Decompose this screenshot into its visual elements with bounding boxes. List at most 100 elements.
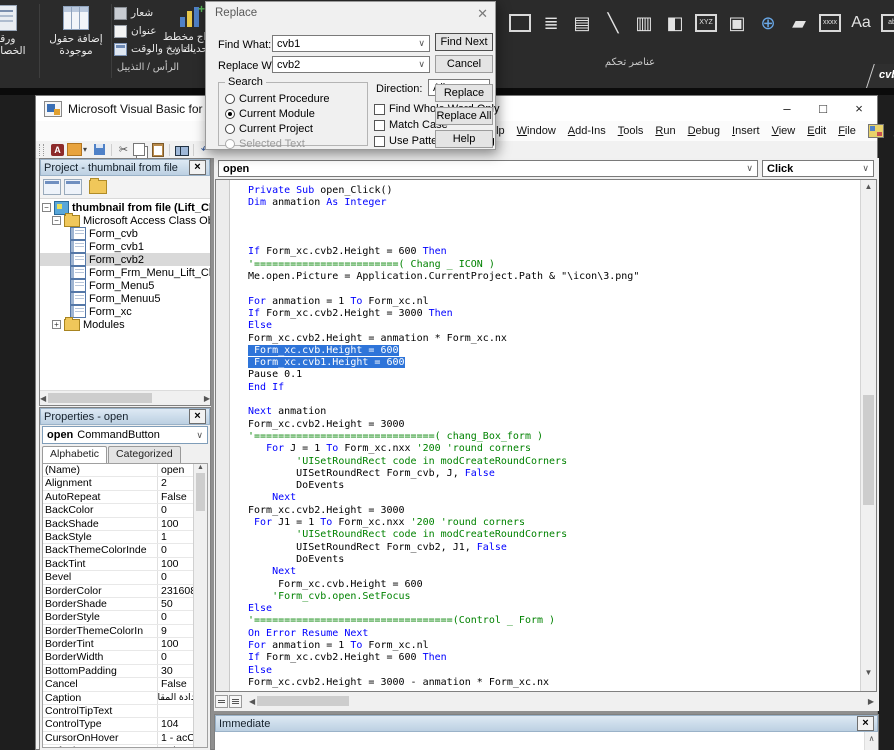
code-line[interactable]: If Form_xc.cvb2.Height = 600 Then <box>248 246 639 258</box>
toggle-button-icon[interactable]: ▤ <box>571 10 593 36</box>
insert-object-caret-icon[interactable]: ▾ <box>83 145 91 154</box>
property-row[interactable]: BorderColor 2316088 <box>43 584 207 598</box>
property-row[interactable]: ControlTipText <box>43 705 207 719</box>
code-line[interactable] <box>248 210 639 222</box>
code-vscroll-thumb[interactable] <box>863 394 874 505</box>
radio-icon[interactable] <box>225 124 235 134</box>
code-line[interactable]: For J1 = 1 To Form_xc.nxx '200 'round co… <box>248 517 639 529</box>
dialog-close-icon[interactable]: ✕ <box>477 6 488 22</box>
insert-object-icon[interactable] <box>66 142 83 157</box>
tree-item-form_cvb1[interactable]: Form_cvb1 <box>40 240 210 253</box>
scroll-left-icon[interactable]: ◀ <box>249 697 255 706</box>
property-row[interactable]: BorderWidth 0 <box>43 651 207 665</box>
checkbox-icon[interactable] <box>374 135 385 147</box>
minimize-button[interactable]: – <box>769 96 805 121</box>
code-line[interactable]: Dim anmation As Integer <box>248 197 639 209</box>
cancel-button[interactable]: Cancel <box>435 55 493 73</box>
project-hscroll-thumb[interactable] <box>48 393 153 403</box>
replace-button[interactable]: Replace <box>435 84 493 102</box>
scroll-left-icon[interactable]: ◀ <box>40 394 46 403</box>
save-icon[interactable] <box>91 142 108 157</box>
project-panel-titlebar[interactable]: Project - thumbnail from file × <box>40 159 210 176</box>
immediate-titlebar[interactable]: Immediate × <box>215 715 878 732</box>
radio-icon[interactable] <box>225 94 235 104</box>
code-line[interactable]: On Error Resume Next <box>248 628 639 640</box>
hyperlink-icon[interactable]: ⊕ <box>757 10 779 36</box>
code-line[interactable] <box>248 394 639 406</box>
menu-view[interactable]: View <box>766 125 802 137</box>
code-line[interactable]: Form_xc.cvb2.Height = 3000 <box>248 505 639 517</box>
code-line[interactable]: If Form_xc.cvb2.Height = 600 Then <box>248 652 639 664</box>
unbound-frame-icon[interactable]: xxxx <box>819 14 841 32</box>
toolbar-grip[interactable] <box>39 143 44 156</box>
attachment-icon[interactable]: ▰ <box>788 10 810 36</box>
button-control-icon[interactable] <box>509 14 531 32</box>
radio-current-project[interactable]: Current Project <box>225 123 313 135</box>
find-next-button[interactable]: Find Next <box>435 33 493 51</box>
expand-icon[interactable]: + <box>52 320 61 329</box>
toggle-folders-icon[interactable] <box>89 178 107 194</box>
code-line[interactable]: '========================( Chang _ ICON … <box>248 259 639 271</box>
code-line[interactable] <box>248 234 639 246</box>
menu-addins[interactable]: Add-Ins <box>562 125 612 137</box>
code-hscroll-thumb[interactable] <box>257 696 350 706</box>
code-line[interactable]: Else <box>248 665 639 677</box>
tab-categorized[interactable]: Categorized <box>108 446 181 463</box>
code-line[interactable]: '=================================(Contr… <box>248 615 639 627</box>
code-line[interactable]: Next anmation <box>248 406 639 418</box>
properties-scrollbar[interactable]: ▲ <box>193 464 207 747</box>
tree-modules-folder[interactable]: + Modules <box>40 316 210 331</box>
property-row[interactable]: AutoRepeat False <box>43 490 207 505</box>
procedure-view-icon[interactable] <box>215 694 228 708</box>
code-line[interactable]: DoEvents <box>248 480 639 492</box>
property-row[interactable]: BackStyle 1 <box>43 530 207 545</box>
add-existing-fields-button[interactable]: إضافة حقول موجودة <box>42 2 110 57</box>
collapse-icon[interactable]: − <box>52 216 61 225</box>
tree-item-form_frm_menu_lift_click[interactable]: Form_Frm_Menu_Lift_Click <box>40 266 210 279</box>
scroll-right-icon[interactable]: ▶ <box>868 697 874 706</box>
replace-with-input[interactable]: cvb2 ∨ <box>272 56 430 73</box>
split-form-icon[interactable]: ◧ <box>664 10 686 36</box>
code-line[interactable]: For J = 1 To Form_xc.nxx '200 'round cor… <box>248 443 639 455</box>
list-box-icon[interactable]: ▥ <box>633 10 655 36</box>
code-line[interactable]: End If <box>248 382 639 394</box>
full-module-view-icon[interactable] <box>229 694 242 708</box>
property-row[interactable]: Captionاعدادة المقالات <box>43 691 207 706</box>
code-line[interactable]: If Form_xc.cvb2.Height = 3000 Then <box>248 308 639 320</box>
immediate-input[interactable]: ∧ <box>215 732 878 750</box>
tree-item-form_cvb2[interactable]: Form_cvb2 <box>40 253 210 266</box>
code-line[interactable]: Form_xc.cvb2.Height = 3000 - anmation * … <box>248 677 639 689</box>
property-row[interactable]: BackThemeColorInde 0 <box>43 544 207 558</box>
immediate-close-icon[interactable]: × <box>857 716 874 731</box>
property-row[interactable]: Alignment 2 <box>43 477 207 491</box>
project-close-icon[interactable]: × <box>189 160 206 175</box>
view-code-icon[interactable] <box>43 179 61 195</box>
property-row[interactable]: DefaultFalse <box>43 745 207 747</box>
property-row[interactable]: (Name) open <box>43 464 207 478</box>
code-line[interactable]: Form_xc.cvb2.Height = anmation * Form_xc… <box>248 333 639 345</box>
code-line[interactable]: Form_xc.cvb.Height = 600 <box>248 344 639 357</box>
menu-edit[interactable]: Edit <box>801 125 832 137</box>
property-row[interactable]: BackShade 100 <box>43 517 207 531</box>
menu-insert[interactable]: Insert <box>726 125 766 137</box>
code-line[interactable]: 'Form_cvb.open.SetFocus <box>248 591 639 603</box>
code-line[interactable]: Next <box>248 566 639 578</box>
checkbox-icon[interactable] <box>374 103 385 115</box>
code-line[interactable]: Form_xc.cvb1.Height = 600 <box>248 357 639 369</box>
code-line[interactable]: '==============================( chang_B… <box>248 431 639 443</box>
radio-current-procedure[interactable]: Current Procedure <box>225 93 330 105</box>
property-row[interactable]: BorderStyle 0 <box>43 611 207 625</box>
menu-file[interactable]: File <box>832 125 862 137</box>
property-row[interactable]: BackTint 100 <box>43 557 207 572</box>
property-row[interactable]: ControlType 104 <box>43 718 207 732</box>
view-access-icon[interactable]: A <box>49 142 66 157</box>
scroll-down-icon[interactable]: ▼ <box>861 668 876 677</box>
properties-object-combo[interactable]: open CommandButton ∨ <box>42 426 208 444</box>
code-line[interactable]: 'UISetRoundRect code in modCreateRoundCo… <box>248 529 639 541</box>
tree-class-objects-folder[interactable]: −Microsoft Access Class Objects <box>40 212 210 227</box>
tree-item-form_menu5[interactable]: Form_Menu5 <box>40 279 210 292</box>
menu-debug[interactable]: Debug <box>682 125 726 137</box>
code-line[interactable]: Form_xc.cvb.Height = 600 <box>248 579 639 591</box>
text-box-xyz-icon[interactable]: XYZ <box>695 14 717 32</box>
property-row[interactable]: BorderThemeColorIn 9 <box>43 624 207 639</box>
